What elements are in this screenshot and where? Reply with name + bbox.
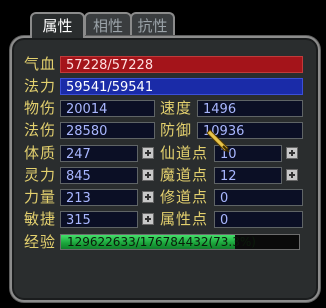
defense-label: 防御 xyxy=(160,121,193,139)
demon-pts-plus-button[interactable] xyxy=(286,169,298,181)
mouse-cursor-icon xyxy=(207,129,230,153)
spirit-label: 灵力 xyxy=(24,166,57,184)
demon-pts-label: 魔道点 xyxy=(160,166,209,184)
hp-bar: 57228/57228 xyxy=(60,56,303,73)
speed-label: 速度 xyxy=(160,99,193,117)
immortal-pts-label: 仙道点 xyxy=(160,144,209,162)
strength-plus-button[interactable] xyxy=(142,191,154,203)
agility-plus-button[interactable] xyxy=(142,213,154,225)
tab-affinity[interactable]: 相性 xyxy=(84,12,132,36)
attr-pts-value: 0 xyxy=(214,211,303,228)
tab-resistance[interactable]: 抗性 xyxy=(130,12,175,36)
mp-label: 法力 xyxy=(24,77,57,95)
exp-label: 经验 xyxy=(24,233,57,251)
tab-attributes[interactable]: 属性 xyxy=(30,12,85,38)
cultivation-pts-value: 0 xyxy=(214,189,303,206)
cultivation-pts-label: 修道点 xyxy=(160,188,209,206)
attr-pts-label: 属性点 xyxy=(160,210,209,228)
agility-value: 315 xyxy=(60,211,138,228)
exp-bar: 129622633/176784432(73.3%) xyxy=(60,234,300,250)
hp-label: 气血 xyxy=(24,55,57,73)
mag-atk-value: 28580 xyxy=(60,122,155,139)
speed-value: 1496 xyxy=(197,100,303,117)
immortal-pts-plus-button[interactable] xyxy=(286,147,298,159)
spirit-plus-button[interactable] xyxy=(142,169,154,181)
demon-pts-value: 12 xyxy=(214,167,282,184)
mp-bar: 59541/59541 xyxy=(60,78,303,95)
mag-atk-label: 法伤 xyxy=(24,121,57,139)
phys-atk-label: 物伤 xyxy=(24,99,57,117)
phys-atk-value: 20014 xyxy=(60,100,155,117)
exp-value: 129622633/176784432(73.3%) xyxy=(67,235,256,249)
constitution-label: 体质 xyxy=(24,144,57,162)
constitution-plus-button[interactable] xyxy=(142,147,154,159)
constitution-value: 247 xyxy=(60,145,138,162)
strength-value: 213 xyxy=(60,189,138,206)
strength-label: 力量 xyxy=(24,188,57,206)
agility-label: 敏捷 xyxy=(24,210,57,228)
spirit-value: 845 xyxy=(60,167,138,184)
